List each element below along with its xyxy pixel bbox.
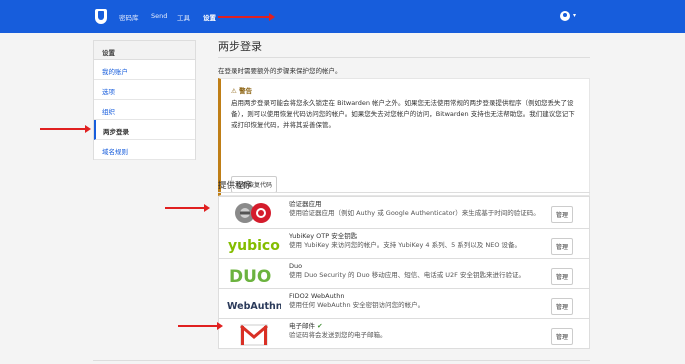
- settings-sidebar: 设置 我的账户 选项 组织 两步登录 域名规则: [93, 40, 196, 160]
- manage-duo-button[interactable]: 管理: [550, 268, 573, 285]
- provider-name: FIDO2 WebAuthn: [289, 292, 345, 300]
- main-content: 两步登录 在登录时需要额外的步骤来保护您的帐户。 ⚠ 警告 启用两步登录可能会将…: [218, 38, 590, 349]
- provider-description: 使用 Duo Security 的 Duo 移动应用、短信、电话或 U2F 安全…: [289, 271, 525, 279]
- sidebar-header: 设置: [94, 41, 195, 60]
- provider-row-authenticator: 验证器应用 使用验证器应用（例如 Authy 或 Google Authenti…: [218, 196, 590, 229]
- nav-send[interactable]: Send: [151, 12, 167, 20]
- provider-description: 使用 YubiKey 来访问您的帐户。支持 YubiKey 4 系列、5 系列以…: [289, 241, 522, 249]
- shield-logo-icon[interactable]: [95, 9, 107, 24]
- warning-title: 警告: [239, 87, 253, 95]
- check-icon: ✔: [317, 322, 323, 330]
- authenticator-logo-icon: [235, 203, 271, 223]
- providers-heading: 提供程序: [218, 179, 590, 193]
- svg-text:DUO: DUO: [229, 267, 271, 287]
- provider-name: Duo: [289, 262, 303, 270]
- page-title: 两步登录: [218, 38, 590, 58]
- annotation-arrow-icon: [40, 125, 91, 133]
- gmail-logo-icon: [240, 324, 268, 346]
- nav-vault[interactable]: 密码库: [119, 12, 139, 22]
- manage-yubikey-button[interactable]: 管理: [550, 238, 573, 255]
- sidebar-item-organizations[interactable]: 组织: [94, 100, 195, 120]
- divider: [93, 360, 590, 361]
- provider-row-duo: DUO Duo 使用 Duo Security 的 Duo 移动应用、短信、电话…: [218, 259, 590, 289]
- webauthn-logo-icon: WebAuthn: [227, 301, 281, 312]
- svg-text:WebAuthn: WebAuthn: [227, 301, 281, 312]
- warning-icon: ⚠: [231, 87, 237, 95]
- sidebar-item-two-step-login[interactable]: 两步登录: [94, 120, 195, 140]
- provider-name: YubiKey OTP 安全钥匙: [289, 232, 358, 240]
- provider-description: 使用验证器应用（例如 Authy 或 Google Authenticator）…: [289, 209, 540, 217]
- provider-row-email: 电子邮件 ✔ 验证码将会发送到您的电子邮箱。 管理: [218, 319, 590, 349]
- sidebar-item-options[interactable]: 选项: [94, 80, 195, 100]
- sidebar-item-domain-rules[interactable]: 域名规则: [94, 140, 195, 160]
- nav-settings[interactable]: 设置: [203, 12, 216, 22]
- provider-row-yubikey: yubico YubiKey OTP 安全钥匙 使用 YubiKey 来访问您的…: [218, 229, 590, 259]
- manage-webauthn-button[interactable]: 管理: [550, 298, 573, 315]
- providers-list: 验证器应用 使用验证器应用（例如 Authy 或 Google Authenti…: [218, 196, 590, 349]
- sidebar-item-my-account[interactable]: 我的账户: [94, 60, 195, 80]
- yubico-logo-icon: yubico: [228, 238, 280, 254]
- annotation-arrow-icon: [165, 204, 210, 212]
- provider-name: 电子邮件: [289, 322, 315, 330]
- nav-tools[interactable]: 工具: [177, 12, 190, 22]
- svg-text:yubico: yubico: [228, 238, 280, 254]
- annotation-arrow-icon: [218, 13, 275, 21]
- warning-body: 启用两步登录可能会将您永久锁定在 Bitwarden 帐户之外。如果您无法使用常…: [231, 99, 575, 129]
- page-description: 在登录时需要额外的步骤来保护您的帐户。: [218, 67, 342, 75]
- top-navbar: 密码库 Send 工具 设置 ▾: [0, 0, 685, 33]
- user-avatar-icon[interactable]: [560, 11, 570, 21]
- provider-row-webauthn: WebAuthn FIDO2 WebAuthn 使用任何 WebAuthn 安全…: [218, 289, 590, 319]
- manage-email-button[interactable]: 管理: [550, 328, 573, 345]
- provider-description: 验证码将会发送到您的电子邮箱。: [289, 331, 387, 339]
- annotation-arrow-icon: [178, 322, 223, 330]
- provider-description: 使用任何 WebAuthn 安全密钥访问您的帐户。: [289, 301, 425, 309]
- chevron-down-icon[interactable]: ▾: [573, 12, 576, 19]
- provider-name: 验证器应用: [289, 200, 322, 208]
- manage-authenticator-button[interactable]: 管理: [550, 206, 573, 223]
- duo-logo-icon: DUO: [229, 267, 271, 287]
